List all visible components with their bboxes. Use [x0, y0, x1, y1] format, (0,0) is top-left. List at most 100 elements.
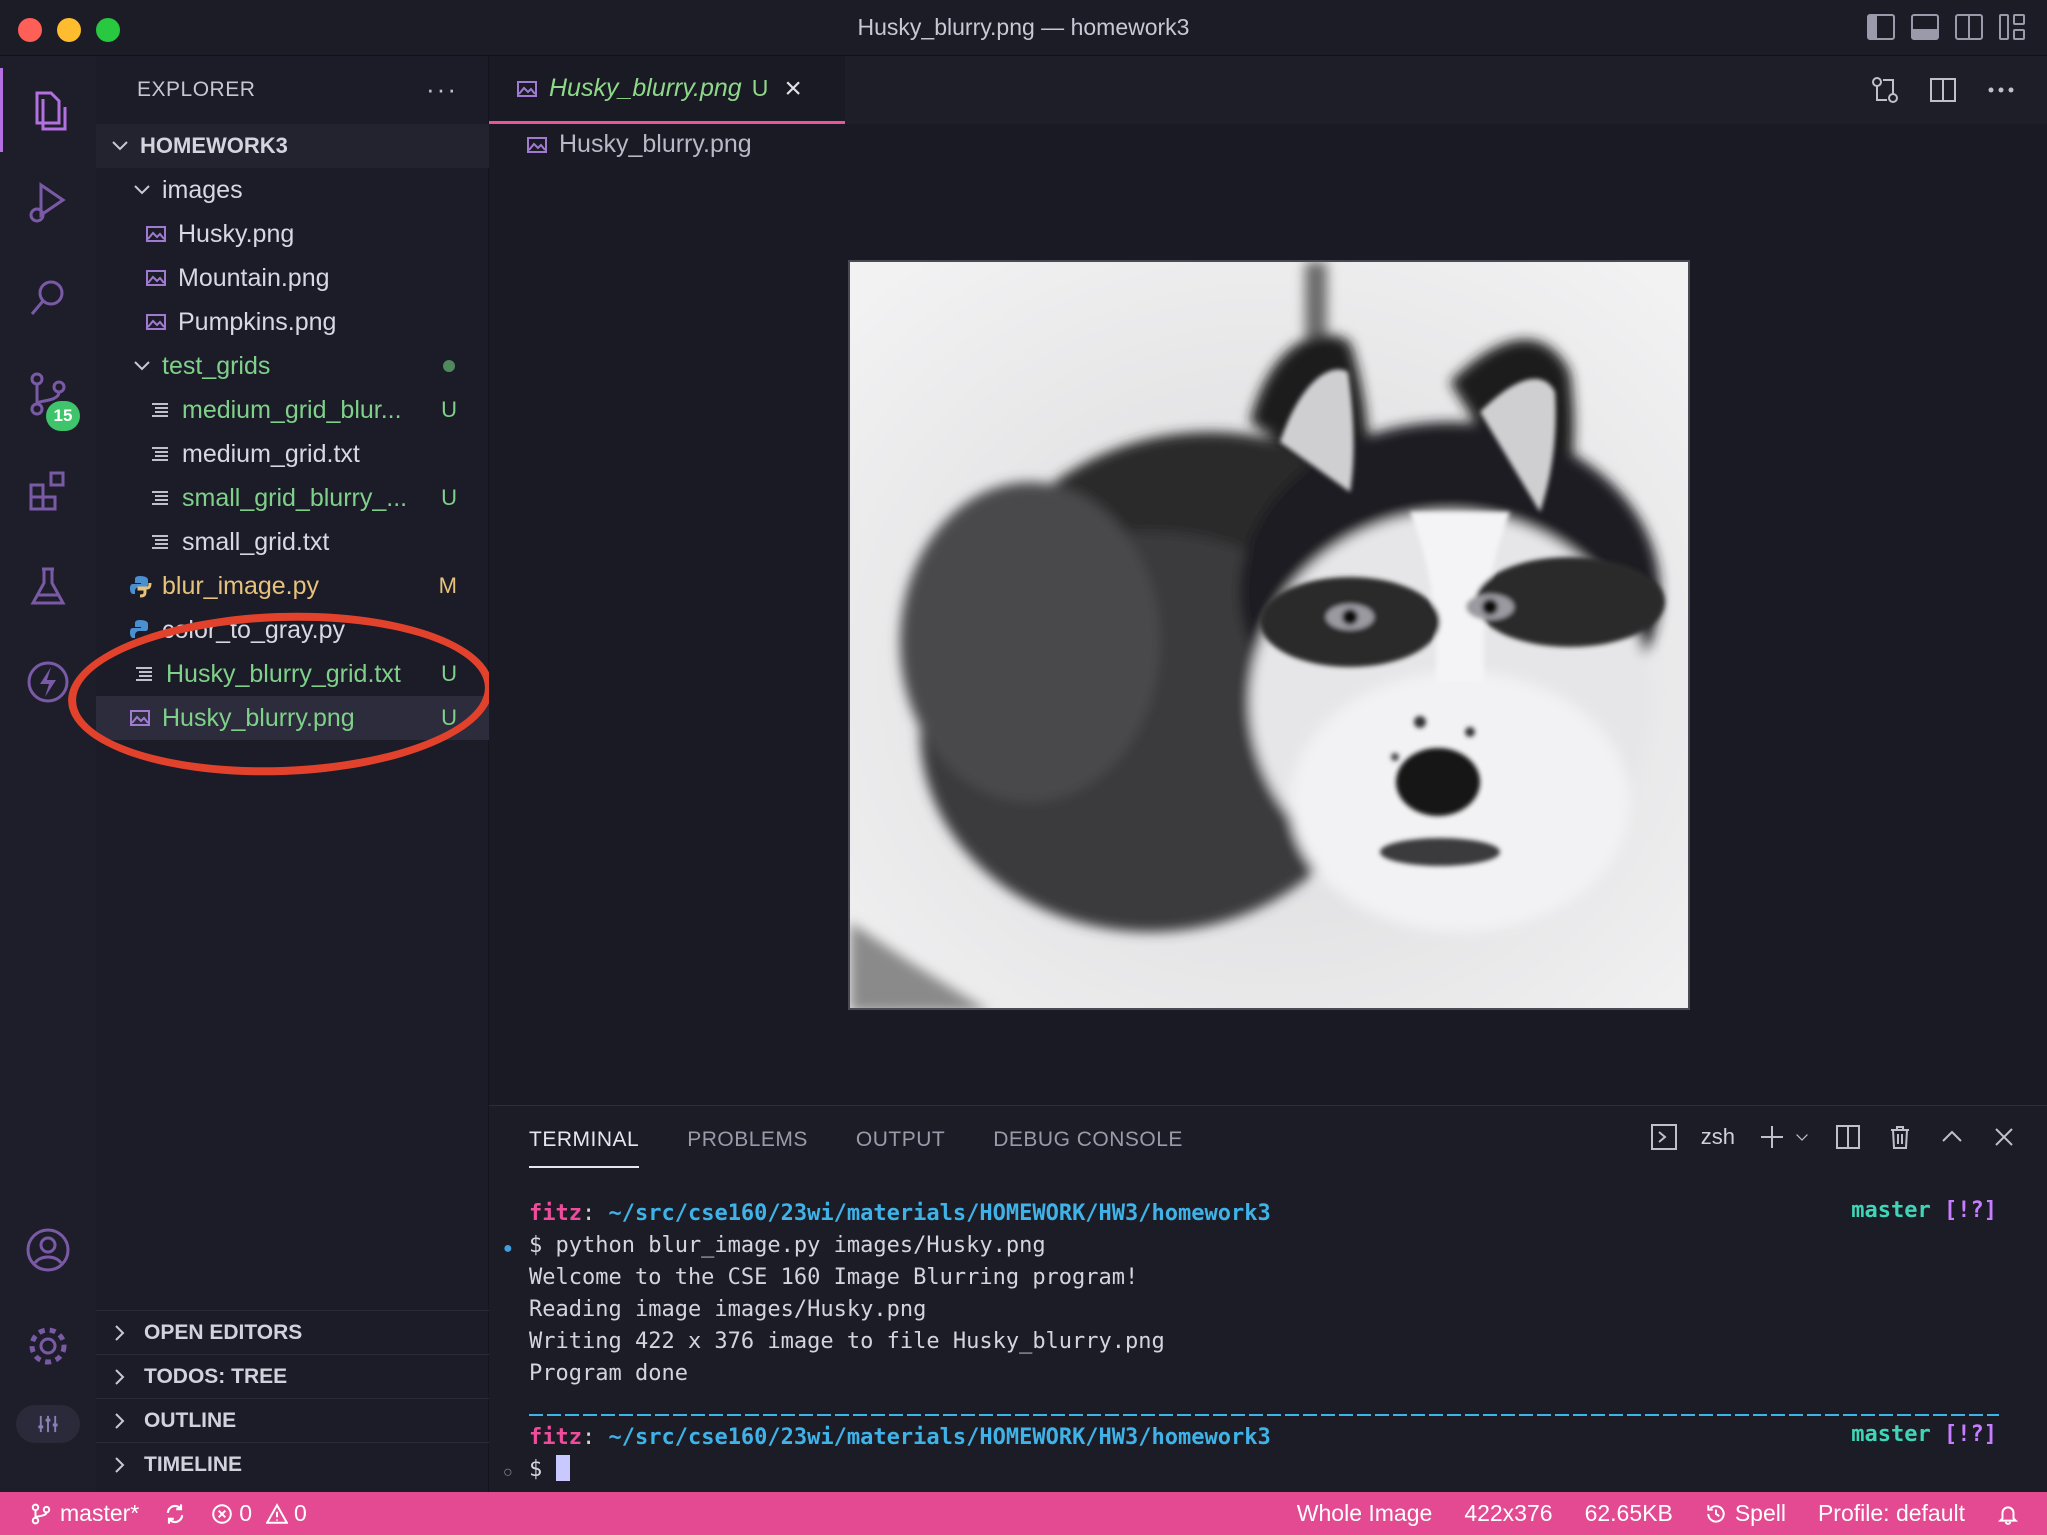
chevron-down-icon[interactable] [1793, 1122, 1811, 1152]
git-status-untracked: U [441, 661, 457, 686]
prompt-path: ~/src/cse160/23wi/materials/HOMEWORK/HW3… [608, 1425, 1271, 1450]
terminal-shell-name[interactable]: zsh [1701, 1124, 1735, 1150]
file-husky-blurry-grid-txt[interactable]: Husky_blurry_grid.txt U [96, 652, 489, 696]
file-mountain-png[interactable]: Mountain.png [96, 256, 489, 300]
breadcrumb[interactable]: Husky_blurry.png [525, 130, 752, 159]
image-preview[interactable] [848, 260, 1690, 1010]
trash-icon[interactable] [1885, 1122, 1915, 1152]
branch-flags: [!?] [1944, 1422, 1997, 1447]
search-icon[interactable] [0, 250, 96, 346]
file-color-to-gray-py[interactable]: color_to_gray.py [96, 608, 489, 652]
more-actions-icon[interactable]: ··· [426, 74, 458, 105]
error-icon [212, 1503, 233, 1524]
folder-test-grids[interactable]: test_grids [96, 344, 489, 388]
profile-status[interactable]: Profile: default [1818, 1500, 1965, 1527]
file-medium-grid-txt[interactable]: medium_grid.txt [96, 432, 489, 476]
terminal-command-line: $ python blur_image.py images/Husky.png [529, 1233, 1046, 1258]
branch-name: master [1851, 1422, 1931, 1447]
file-label: Husky.png [178, 219, 295, 248]
text-file-icon [152, 491, 168, 505]
warning-icon [266, 1502, 289, 1524]
terminal-output-line: Reading image images/Husky.png [529, 1297, 927, 1322]
history-icon [1707, 1504, 1725, 1523]
prompt-branch: master [!?] [1851, 1198, 1997, 1223]
image-dimensions-status: 422x376 [1464, 1500, 1553, 1526]
file-pumpkins-png[interactable]: Pumpkins.png [96, 300, 489, 344]
terminal-output[interactable]: fitz: ~/src/cse160/23wi/materials/HOMEWO… [529, 1198, 1271, 1486]
problems-status[interactable]: 0 0 [211, 1500, 307, 1527]
toggle-sidebar-icon[interactable] [1867, 14, 1895, 40]
split-editor-icon[interactable] [1927, 74, 1959, 106]
more-actions-icon[interactable] [1985, 74, 2017, 106]
tab-terminal[interactable]: TERMINAL [529, 1128, 640, 1168]
branch-label: master* [60, 1500, 140, 1526]
split-terminal-icon[interactable] [1833, 1122, 1863, 1152]
customize-layout-icon[interactable] [1999, 14, 2027, 40]
section-timeline[interactable]: TIMELINE [96, 1442, 489, 1486]
spell-status[interactable]: Spell [1705, 1500, 1786, 1527]
explorer-icon[interactable] [0, 62, 96, 158]
section-todos-tree[interactable]: TODOS: TREE [96, 1354, 489, 1398]
activity-bar: 15 [0, 56, 96, 1492]
file-small-grid-txt[interactable]: small_grid.txt [96, 520, 489, 564]
git-status-untracked: U [441, 705, 457, 730]
image-file-icon [146, 226, 166, 242]
file-medium-grid-blurry[interactable]: medium_grid_blur... U [96, 388, 489, 432]
folder-images[interactable]: images [96, 168, 489, 212]
prompt-symbol: $ [529, 1457, 543, 1482]
remote-icon[interactable] [0, 1376, 96, 1472]
toggle-panel-icon[interactable] [1911, 14, 1939, 40]
file-label: Mountain.png [178, 263, 330, 292]
python-file-icon [130, 620, 148, 638]
file-label: medium_grid_blur... [182, 395, 402, 424]
terminal-shell-icon[interactable] [1649, 1122, 1679, 1152]
section-label: TODOS: TREE [144, 1364, 288, 1388]
file-label: small_grid_blurry_... [182, 483, 408, 512]
file-husky-blurry-png[interactable]: Husky_blurry.png U [96, 696, 489, 740]
workspace-root-label: HOMEWORK3 [140, 133, 288, 158]
account-icon[interactable] [0, 1202, 96, 1298]
testing-flask-icon[interactable] [0, 538, 96, 634]
source-control-icon[interactable]: 15 [0, 346, 96, 442]
workspace-root[interactable]: HOMEWORK3 [96, 124, 489, 168]
file-blur-image-py[interactable]: blur_image.py M [96, 564, 489, 608]
section-open-editors[interactable]: OPEN EDITORS [96, 1310, 489, 1354]
maximize-panel-chevron-up-icon[interactable] [1937, 1122, 1967, 1152]
chevron-right-icon [115, 1412, 125, 1429]
file-husky-png[interactable]: Husky.png [96, 212, 489, 256]
open-changes-icon[interactable] [1869, 74, 1901, 106]
husky-blurry-image [850, 262, 1688, 1008]
toggle-secondary-sidebar-icon[interactable] [1955, 14, 1983, 40]
close-tab-icon[interactable]: × [784, 72, 802, 106]
extensions-icon[interactable] [0, 442, 96, 538]
run-debug-icon[interactable] [0, 154, 96, 250]
branch-flags: [!?] [1944, 1198, 1997, 1223]
image-zoom-status[interactable]: Whole Image [1297, 1500, 1433, 1527]
image-file-icon [146, 270, 166, 286]
status-bar: master* 0 0 Whole Image 422x376 62.65KB … [0, 1492, 2047, 1535]
file-small-grid-blurry[interactable]: small_grid_blurry_... U [96, 476, 489, 520]
image-file-icon [130, 710, 150, 726]
tab-husky-blurry-png[interactable]: Husky_blurry.png U × [489, 56, 845, 124]
command-success-decoration[interactable]: ● [503, 1240, 513, 1258]
lightning-extension-icon[interactable] [0, 634, 96, 730]
error-count: 0 [239, 1500, 253, 1526]
terminal-cursor [555, 1455, 570, 1481]
notifications-bell-icon[interactable] [1997, 1503, 2019, 1525]
branch-status[interactable]: master* [30, 1500, 139, 1527]
command-pending-decoration[interactable]: ○ [503, 1464, 513, 1482]
explorer-sidebar: EXPLORER ··· HOMEWORK3 images Husky.png … [96, 56, 489, 1492]
tab-problems[interactable]: PROBLEMS [687, 1128, 808, 1168]
editor-area: Husky_blurry.png U × Husky_blurry.png [489, 56, 2047, 1105]
file-label: Pumpkins.png [178, 307, 337, 336]
sync-icon[interactable] [163, 1502, 187, 1526]
new-terminal-plus-icon[interactable] [1757, 1122, 1787, 1152]
file-label: blur_image.py [162, 571, 320, 600]
image-file-icon [527, 136, 547, 153]
tab-output[interactable]: OUTPUT [856, 1128, 945, 1168]
file-label: small_grid.txt [182, 527, 330, 556]
close-panel-icon[interactable] [1989, 1122, 2019, 1152]
section-outline[interactable]: OUTLINE [96, 1398, 489, 1442]
tab-debug-console[interactable]: DEBUG CONSOLE [993, 1128, 1183, 1168]
prompt-separator [529, 1414, 1999, 1416]
